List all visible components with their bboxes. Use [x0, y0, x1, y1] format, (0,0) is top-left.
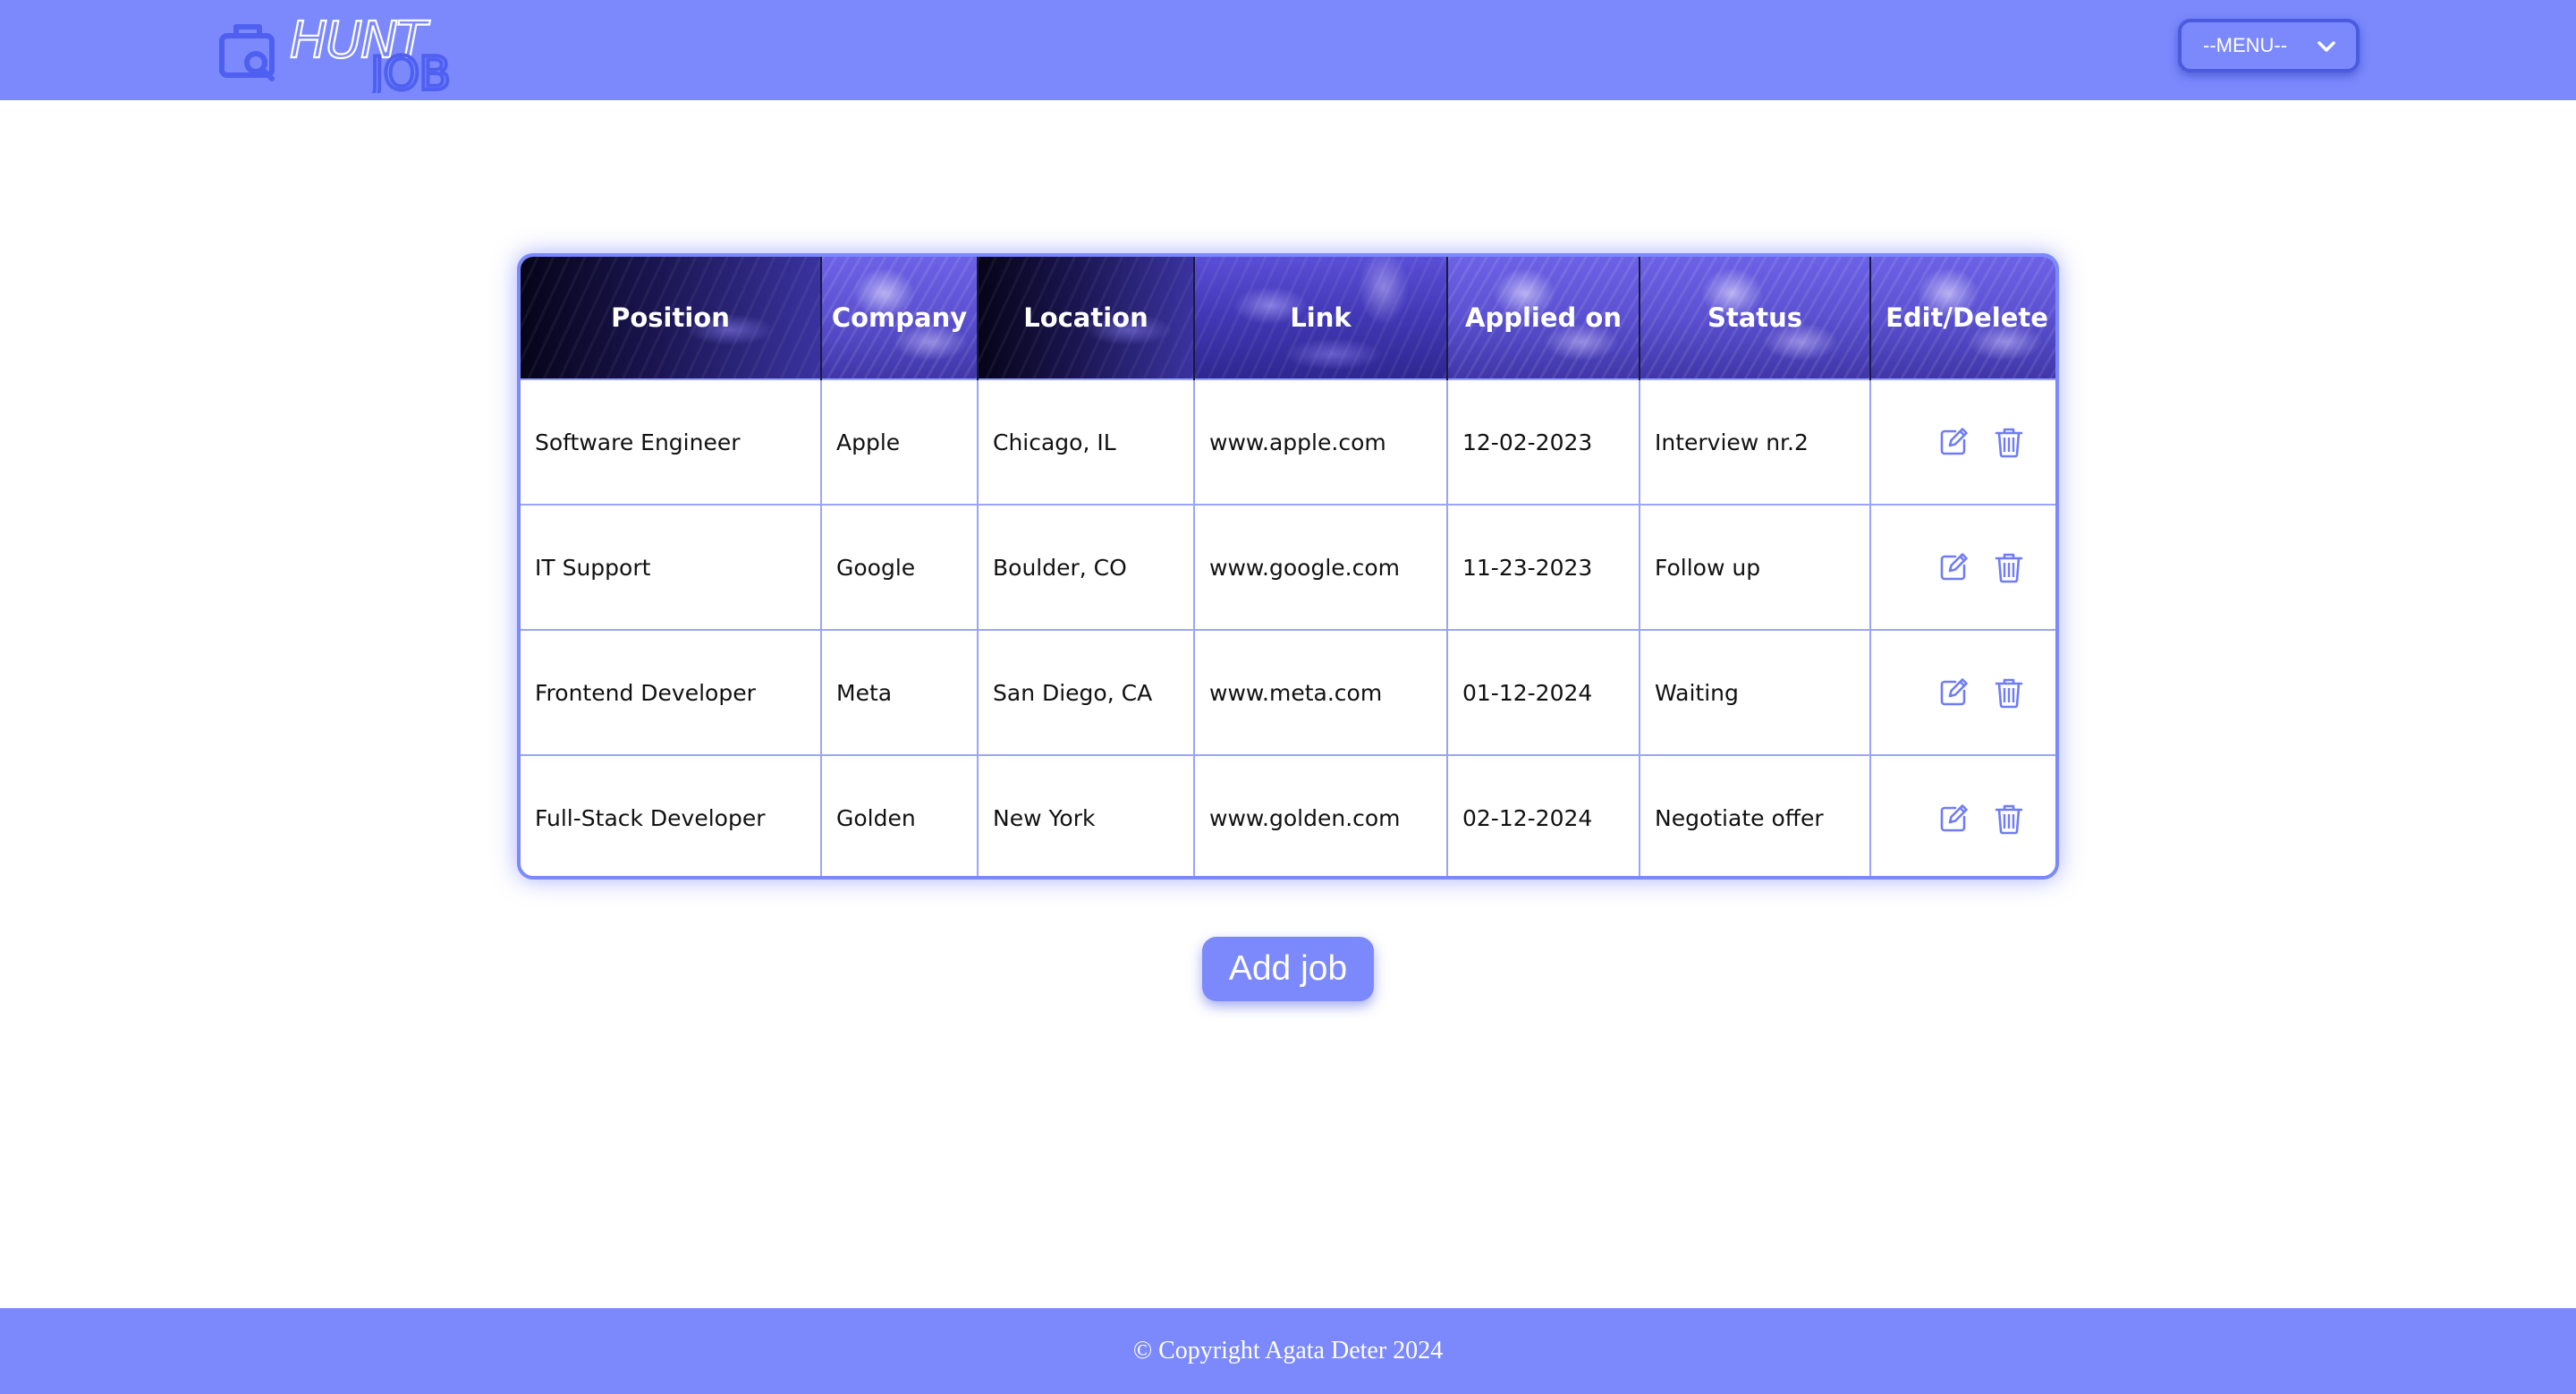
menu-dropdown-value: --MENU--: [2203, 34, 2288, 56]
cell-location: Chicago, IL: [978, 378, 1195, 505]
cell-applied-on: 01-12-2024: [1447, 629, 1640, 755]
cell-status: Interview nr.2: [1640, 378, 1871, 505]
copyright-text: © Copyright Agata Deter 2024: [1132, 1337, 1444, 1364]
table-row: Full-Stack Developer Golden New York www…: [521, 754, 2055, 876]
cell-link[interactable]: www.meta.com: [1194, 629, 1448, 755]
cell-position: Software Engineer: [521, 378, 822, 505]
cell-applied-on: 02-12-2024: [1447, 754, 1640, 876]
cell-location: San Diego, CA: [978, 629, 1195, 755]
cell-company: Golden: [821, 754, 979, 876]
cell-actions: [1870, 378, 2055, 505]
column-header-applied-on: Applied on: [1447, 257, 1640, 379]
trash-icon[interactable]: [1993, 426, 2025, 458]
footer: © Copyright Agata Deter 2024: [0, 1308, 2576, 1394]
cell-company: Apple: [821, 378, 979, 505]
cell-position: IT Support: [521, 504, 822, 630]
cell-link[interactable]: www.apple.com: [1194, 378, 1448, 505]
table-row: Frontend Developer Meta San Diego, CA ww…: [521, 629, 2055, 755]
table-row: Software Engineer Apple Chicago, IL www.…: [521, 378, 2055, 505]
cell-actions: [1870, 504, 2055, 630]
table-row: IT Support Google Boulder, CO www.google…: [521, 504, 2055, 630]
edit-pencil-icon[interactable]: [1937, 426, 1970, 458]
trash-icon[interactable]: [1993, 676, 2025, 709]
column-header-position: Position: [521, 257, 822, 379]
menu-dropdown[interactable]: --MENU--: [2178, 19, 2360, 72]
jobs-table: Position Company Location Link Applied o…: [517, 253, 2059, 880]
column-header-company: Company: [821, 257, 979, 379]
cell-location: Boulder, CO: [978, 504, 1195, 630]
cell-location: New York: [978, 754, 1195, 876]
edit-pencil-icon[interactable]: [1937, 676, 1970, 709]
add-job-button[interactable]: Add job: [1202, 937, 1374, 1001]
column-header-edit-delete: Edit/Delete: [1870, 257, 2055, 379]
cell-company: Meta: [821, 629, 979, 755]
svg-text:JOB: JOB: [368, 47, 450, 93]
cell-actions: [1870, 629, 2055, 755]
briefcase-search-icon: HUNT JOB: [219, 13, 453, 93]
chevron-down-icon: [2318, 41, 2335, 52]
trash-icon[interactable]: [1993, 803, 2025, 835]
cell-position: Full-Stack Developer: [521, 754, 822, 876]
table-header-row: Position Company Location Link Applied o…: [521, 257, 2055, 379]
cell-actions: [1870, 754, 2055, 876]
edit-pencil-icon[interactable]: [1937, 551, 1970, 583]
cell-company: Google: [821, 504, 979, 630]
column-header-status: Status: [1640, 257, 1871, 379]
trash-icon[interactable]: [1993, 551, 2025, 583]
edit-pencil-icon[interactable]: [1937, 803, 1970, 835]
top-navbar: HUNT JOB --MENU--: [0, 0, 2576, 100]
cell-link[interactable]: www.golden.com: [1194, 754, 1448, 876]
cell-link[interactable]: www.google.com: [1194, 504, 1448, 630]
cell-status: Follow up: [1640, 504, 1871, 630]
column-header-location: Location: [978, 257, 1195, 379]
cell-status: Negotiate offer: [1640, 754, 1871, 876]
column-header-link: Link: [1194, 257, 1448, 379]
hunt-job-logo[interactable]: HUNT JOB: [216, 13, 485, 93]
cell-position: Frontend Developer: [521, 629, 822, 755]
cell-status: Waiting: [1640, 629, 1871, 755]
cell-applied-on: 12-02-2023: [1447, 378, 1640, 505]
cell-applied-on: 11-23-2023: [1447, 504, 1640, 630]
